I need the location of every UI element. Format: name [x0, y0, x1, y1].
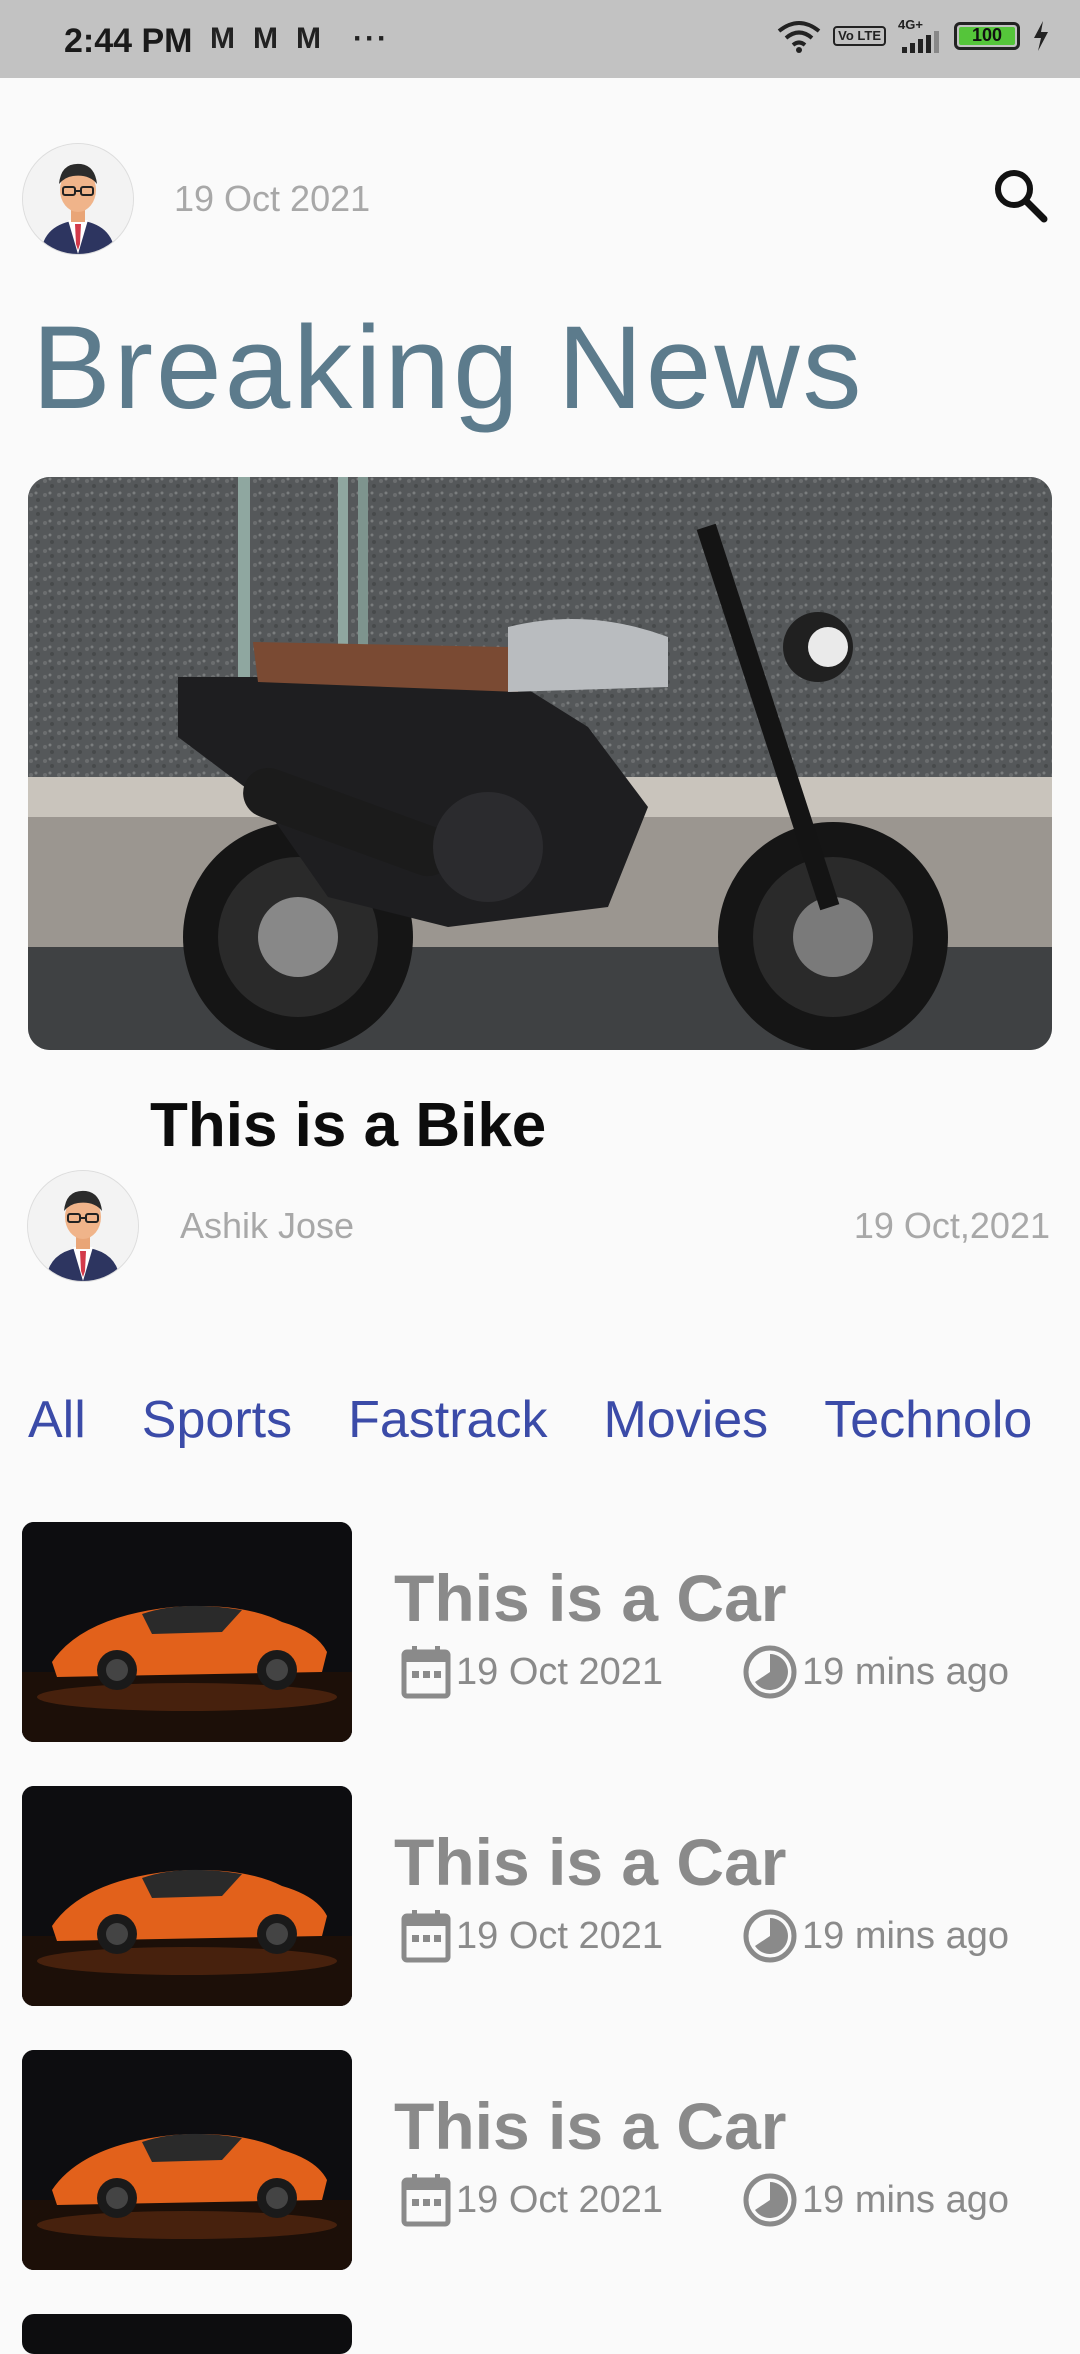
calendar-icon — [401, 2174, 451, 2227]
user-avatar-icon — [28, 1171, 138, 1281]
signal-bars-icon — [902, 31, 939, 53]
featured-image[interactable] — [28, 477, 1052, 1050]
notification-icons: M M M ··· — [210, 22, 389, 56]
article-card[interactable]: This is a Car 19 Oct 2021 19 mins ago — [22, 1786, 1080, 2006]
wifi-icon — [777, 20, 821, 53]
author-name: Ashik Jose — [180, 1205, 355, 1246]
user-avatar-icon — [23, 144, 133, 254]
search-icon — [995, 170, 1048, 223]
calendar-icon — [401, 1910, 451, 1963]
clock-icon — [743, 2173, 797, 2227]
page-title: Breaking News — [32, 302, 865, 434]
article-card[interactable]: This is a Car 19 Oct 2021 19 mins ago — [22, 1522, 1080, 1742]
tab-all[interactable]: All — [28, 1390, 86, 1450]
article-title: This is a Car — [394, 1825, 787, 1899]
tab-movies[interactable]: Movies — [603, 1390, 768, 1450]
author-avatar — [27, 1170, 139, 1282]
article-time-text: 19 mins ago — [802, 2178, 1010, 2221]
signal-icon: 4G+ — [898, 18, 942, 53]
article-time: 19 mins ago — [742, 2172, 1009, 2228]
featured-caption[interactable]: This is a Bike — [150, 1090, 546, 1161]
article-time-text: 19 mins ago — [802, 1914, 1010, 1957]
battery-level: 100 — [971, 25, 1003, 45]
search-button[interactable] — [990, 165, 1050, 225]
article-title: This is a Car — [394, 2089, 787, 2163]
mail-notification-icon: M — [253, 22, 278, 55]
article-thumbnail — [22, 1786, 352, 2006]
status-bar: 2:44 PM M M M ··· Vo LTE 4G+ 100 — [0, 0, 1080, 78]
charging-icon — [1034, 20, 1048, 51]
article-card[interactable] — [22, 2314, 1080, 2354]
article-date-text: 19 Oct 2021 — [456, 2178, 664, 2221]
network-type-label: 4G+ — [898, 17, 923, 32]
article-card[interactable]: This is a Car 19 Oct 2021 19 mins ago — [22, 2050, 1080, 2270]
car-image — [22, 2050, 352, 2270]
more-notifications-icon: ··· — [353, 22, 389, 55]
tab-technology[interactable]: Technolo — [824, 1390, 1032, 1450]
battery-icon: 100 — [954, 21, 1020, 50]
article-date: 19 Oct 2021 — [400, 1644, 663, 1700]
category-tabs: All Sports Fastrack Movies Technolo — [28, 1390, 1080, 1460]
mail-notification-icon: M — [210, 22, 235, 55]
article-time: 19 mins ago — [742, 1644, 1009, 1700]
clock-icon — [743, 1645, 797, 1699]
tab-fastrack[interactable]: Fastrack — [348, 1390, 547, 1450]
article-time: 19 mins ago — [742, 1908, 1009, 1964]
article-thumbnail — [22, 2050, 352, 2270]
clock-icon — [743, 1909, 797, 1963]
car-image — [22, 1522, 352, 1742]
profile-avatar[interactable] — [22, 143, 134, 255]
article-time-text: 19 mins ago — [802, 1650, 1010, 1693]
article-thumbnail — [22, 2314, 352, 2354]
article-title: This is a Car — [394, 1561, 787, 1635]
header-date: 19 Oct 2021 — [174, 178, 371, 219]
motorcycle-image — [28, 477, 1052, 1050]
article-thumbnail — [22, 1522, 352, 1742]
mail-notification-icon: M — [296, 22, 321, 55]
calendar-icon — [401, 1646, 451, 1699]
volte-icon: Vo LTE — [833, 25, 886, 46]
car-image — [22, 1786, 352, 2006]
article-date-text: 19 Oct 2021 — [456, 1914, 664, 1957]
article-date: 19 Oct 2021 — [400, 1908, 663, 1964]
article-date-text: 19 Oct 2021 — [456, 1650, 664, 1693]
status-icons: Vo LTE 4G+ 100 — [777, 18, 1050, 53]
featured-date: 19 Oct,2021 — [853, 1205, 1050, 1246]
tab-sports[interactable]: Sports — [142, 1390, 292, 1450]
article-date: 19 Oct 2021 — [400, 2172, 663, 2228]
status-time: 2:44 PM — [64, 22, 193, 60]
